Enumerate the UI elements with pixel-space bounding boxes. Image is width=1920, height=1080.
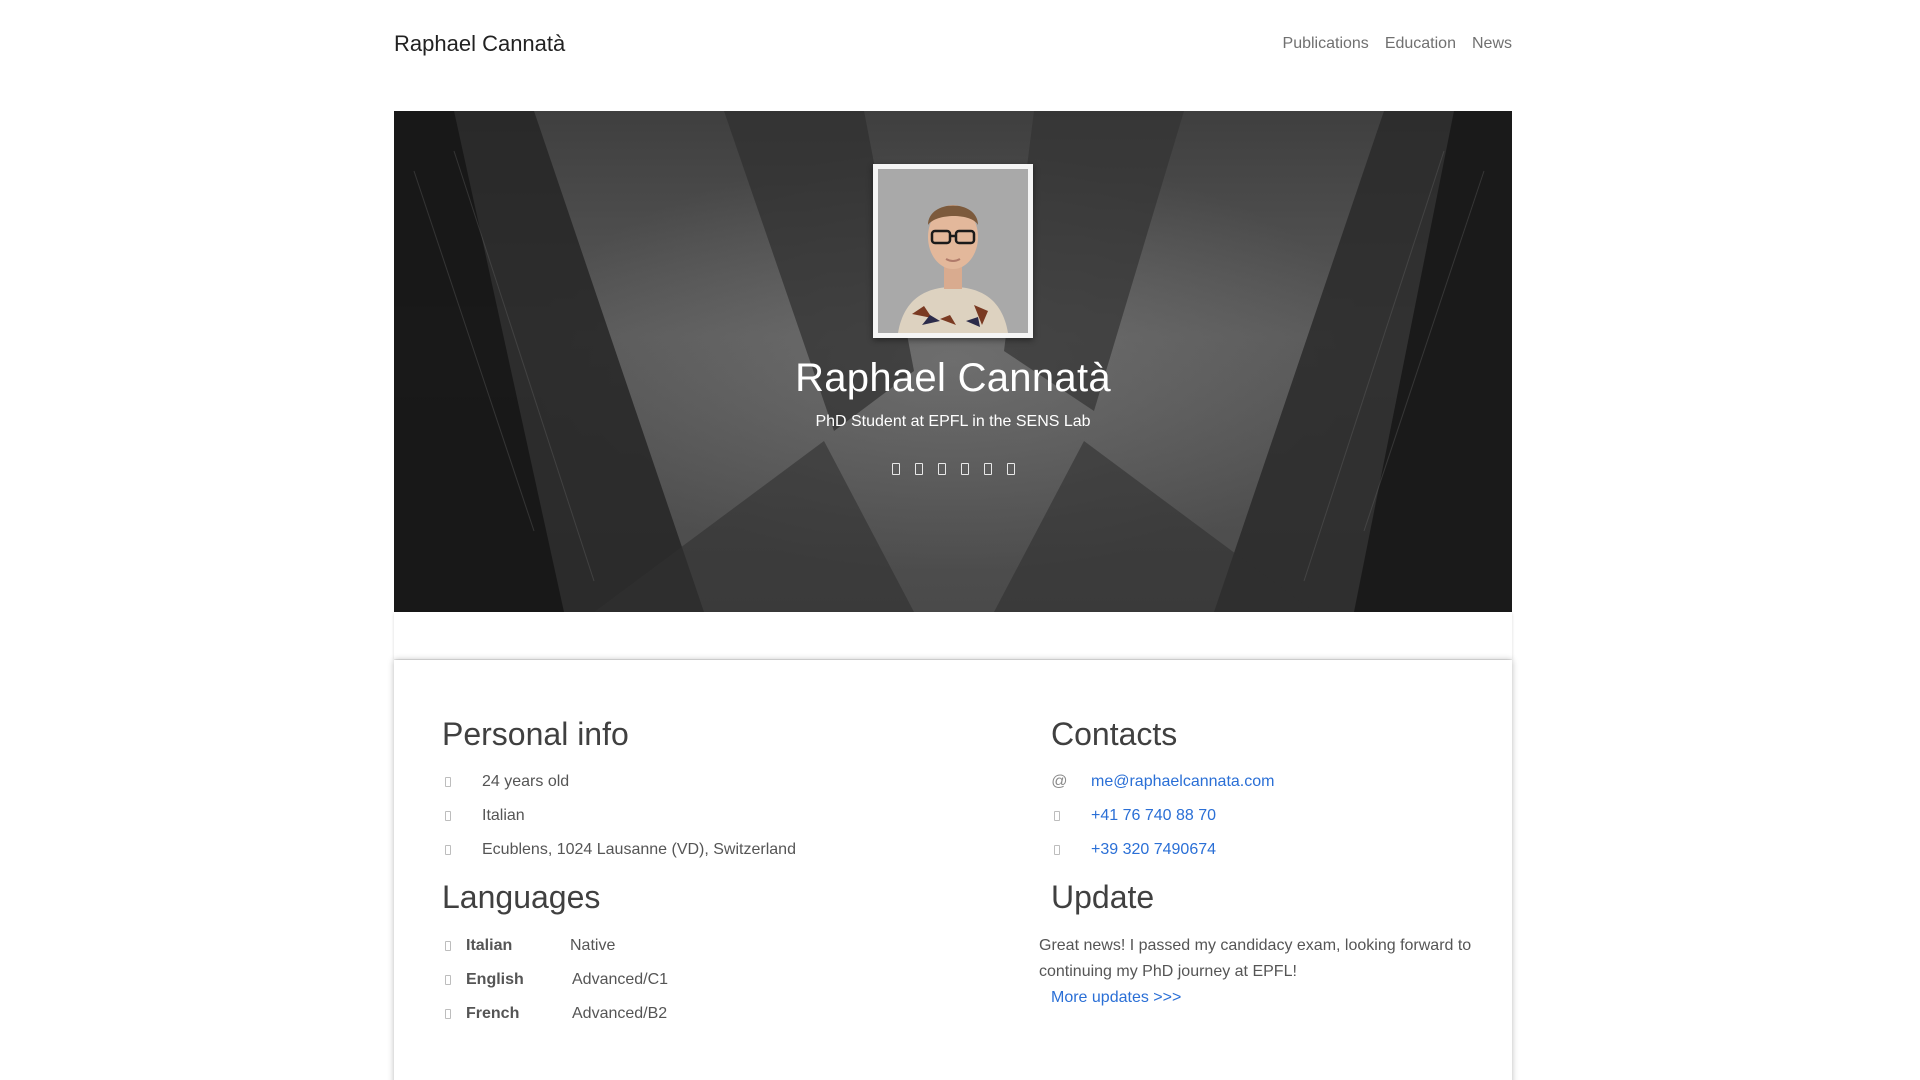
calendar-icon	[442, 775, 454, 789]
language-row: Italian Native	[442, 937, 615, 955]
social-icon-2[interactable]	[912, 460, 926, 478]
flag-icon	[442, 809, 454, 823]
age-text: 24 years old	[482, 773, 570, 790]
contacts-title: Contacts	[1051, 716, 1178, 752]
language-icon	[442, 939, 454, 953]
nav-links: Publications Education News	[1283, 35, 1512, 53]
update-title: Update	[1051, 879, 1155, 915]
nationality-text: Italian	[482, 807, 525, 824]
phone-row-it: +39 320 7490674	[1051, 841, 1216, 859]
language-row: French Advanced/B2	[442, 1005, 667, 1023]
language-level: Advanced/C1	[572, 971, 669, 988]
navbar: Raphael Cannatà Publications Education N…	[394, 0, 1512, 88]
more-updates-link[interactable]: More updates >>>	[1051, 989, 1181, 1007]
language-row: English Advanced/C1	[442, 971, 668, 989]
profile-photo	[878, 169, 1028, 333]
language-level: Native	[570, 937, 616, 954]
phone-icon	[1051, 809, 1063, 823]
update-text: Great news! I passed my candidacy exam, …	[1039, 937, 1472, 980]
brand-link[interactable]: Raphael Cannatà	[394, 31, 565, 57]
hero-name: Raphael Cannatà	[795, 356, 1111, 400]
social-icon-1[interactable]	[889, 460, 903, 478]
language-icon	[442, 973, 454, 987]
social-links	[889, 460, 1018, 478]
main-card: Personal info 24 years old Italian Ecubl…	[394, 660, 1512, 1080]
age-row: 24 years old	[442, 773, 569, 791]
nav-link-news[interactable]: News	[1472, 35, 1512, 53]
language-icon	[442, 1007, 454, 1021]
location-icon	[442, 843, 454, 857]
at-icon: @	[1051, 773, 1068, 790]
nationality-row: Italian	[442, 807, 525, 825]
hero-bottom-strip	[394, 612, 1512, 659]
hero-banner: Raphael Cannatà PhD Student at EPFL in t…	[394, 111, 1512, 612]
avatar	[873, 164, 1033, 338]
address-row: Ecublens, 1024 Lausanne (VD), Switzerlan…	[442, 841, 796, 859]
social-icon-5[interactable]	[981, 460, 995, 478]
email-link[interactable]: me@raphaelcannata.com	[1091, 773, 1274, 791]
nav-link-education[interactable]: Education	[1385, 35, 1456, 53]
phone-row-ch: +41 76 740 88 70	[1051, 807, 1216, 825]
language-name: Italian	[466, 937, 513, 954]
language-name: French	[466, 1005, 520, 1022]
nav-link-publications[interactable]: Publications	[1283, 35, 1369, 53]
hero-subtitle: PhD Student at EPFL in the SENS Lab	[815, 413, 1091, 430]
hero-content: Raphael Cannatà PhD Student at EPFL in t…	[394, 111, 1512, 612]
language-level: Advanced/B2	[572, 1005, 668, 1022]
social-icon-3[interactable]	[935, 460, 949, 478]
languages-title: Languages	[442, 879, 601, 915]
social-icon-4[interactable]	[958, 460, 972, 478]
language-name: English	[466, 971, 524, 988]
phone-link-it[interactable]: +39 320 7490674	[1091, 841, 1216, 859]
email-row: @ me@raphaelcannata.com	[1051, 773, 1274, 791]
phone-icon	[1051, 843, 1063, 857]
phone-link-ch[interactable]: +41 76 740 88 70	[1091, 807, 1216, 825]
address-text: Ecublens, 1024 Lausanne (VD), Switzerlan…	[482, 841, 796, 858]
social-icon-6[interactable]	[1004, 460, 1018, 478]
personal-info-title: Personal info	[442, 716, 629, 752]
